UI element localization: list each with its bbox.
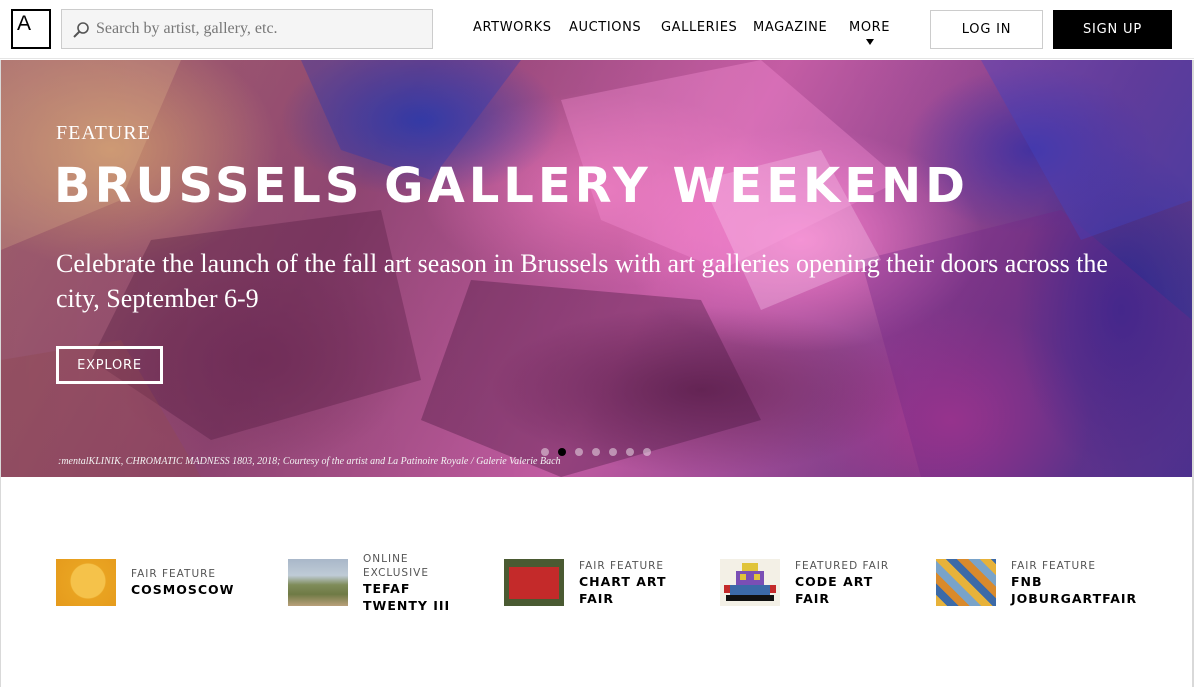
code-art-illustration	[724, 563, 776, 601]
search-input[interactable]	[96, 10, 426, 48]
nav-auctions[interactable]: AUCTIONS	[569, 20, 641, 35]
nav-artworks[interactable]: ARTWORKS	[473, 20, 552, 35]
feature-card-fnb-joburgartfair[interactable]: FAIR FEATURE FNB JOBURGARTFAIR	[936, 559, 1156, 619]
nav-magazine[interactable]: MAGAZINE	[753, 20, 827, 35]
feature-thumbnail[interactable]	[288, 559, 348, 606]
feature-kicker: FEATURED FAIR	[795, 560, 890, 572]
feature-title[interactable]: COSMOSCOW	[131, 581, 261, 598]
feature-card-cosmoscow[interactable]: FAIR FEATURE COSMOSCOW	[56, 559, 256, 619]
hero-kicker: FEATURE	[56, 122, 151, 144]
caret-down-icon[interactable]	[866, 39, 874, 45]
artsy-logo-icon[interactable]: A	[11, 9, 51, 49]
carousel-dot[interactable]	[541, 448, 549, 456]
search-icon	[73, 22, 89, 38]
carousel-dot-active[interactable]	[558, 448, 566, 456]
feature-card-chart-art-fair[interactable]: FAIR FEATURE CHART ART FAIR	[504, 559, 704, 619]
logo-letter: A	[17, 12, 32, 35]
carousel-dot[interactable]	[575, 448, 583, 456]
hero-title[interactable]: BRUSSELS GALLERY WEEKEND	[54, 158, 969, 214]
feature-card-tefaf[interactable]: ONLINE EXCLUSIVE TEFAF TWENTY III	[288, 552, 488, 622]
feature-kicker: FAIR FEATURE	[579, 560, 665, 572]
carousel-dot[interactable]	[609, 448, 617, 456]
feature-thumbnail[interactable]	[56, 559, 116, 606]
logo-corner-mark	[38, 36, 51, 49]
feature-thumbnail[interactable]	[936, 559, 996, 606]
search-box[interactable]	[61, 9, 433, 49]
login-button[interactable]: LOG IN	[930, 10, 1043, 49]
carousel-dot[interactable]	[643, 448, 651, 456]
nav-more[interactable]: MORE	[849, 20, 890, 35]
page-left-border	[0, 60, 1, 687]
nav-galleries[interactable]: GALLERIES	[661, 20, 737, 35]
artwork-credit: :mentalKLINIK, CHROMATIC MADNESS 1803, 2…	[58, 456, 561, 467]
signup-button[interactable]: SIGN UP	[1053, 10, 1172, 49]
site-header: A ARTWORKS AUCTIONS GALLERIES MAGAZINE M…	[0, 0, 1194, 59]
feature-title[interactable]: CHART ART FAIR	[579, 573, 669, 607]
feature-kicker: FAIR FEATURE	[131, 568, 217, 580]
carousel-dot[interactable]	[626, 448, 634, 456]
feature-thumbnail[interactable]	[720, 559, 780, 606]
explore-button[interactable]: EXPLORE	[56, 346, 163, 384]
carousel-dot[interactable]	[592, 448, 600, 456]
hero-banner[interactable]: FEATURE BRUSSELS GALLERY WEEKEND Celebra…	[1, 60, 1192, 477]
feature-kicker: ONLINE EXCLUSIVE	[363, 553, 429, 579]
hero-description: Celebrate the launch of the fall art sea…	[56, 249, 1108, 313]
feature-title[interactable]: TEFAF TWENTY III	[363, 580, 473, 614]
feature-kicker: FAIR FEATURE	[1011, 560, 1097, 572]
feature-card-code-art-fair[interactable]: FEATURED FAIR CODE ART FAIR	[720, 559, 920, 619]
feature-thumbnail[interactable]	[504, 559, 564, 606]
feature-title[interactable]: CODE ART FAIR	[795, 573, 885, 607]
feature-title[interactable]: FNB JOBURGARTFAIR	[1011, 573, 1151, 607]
